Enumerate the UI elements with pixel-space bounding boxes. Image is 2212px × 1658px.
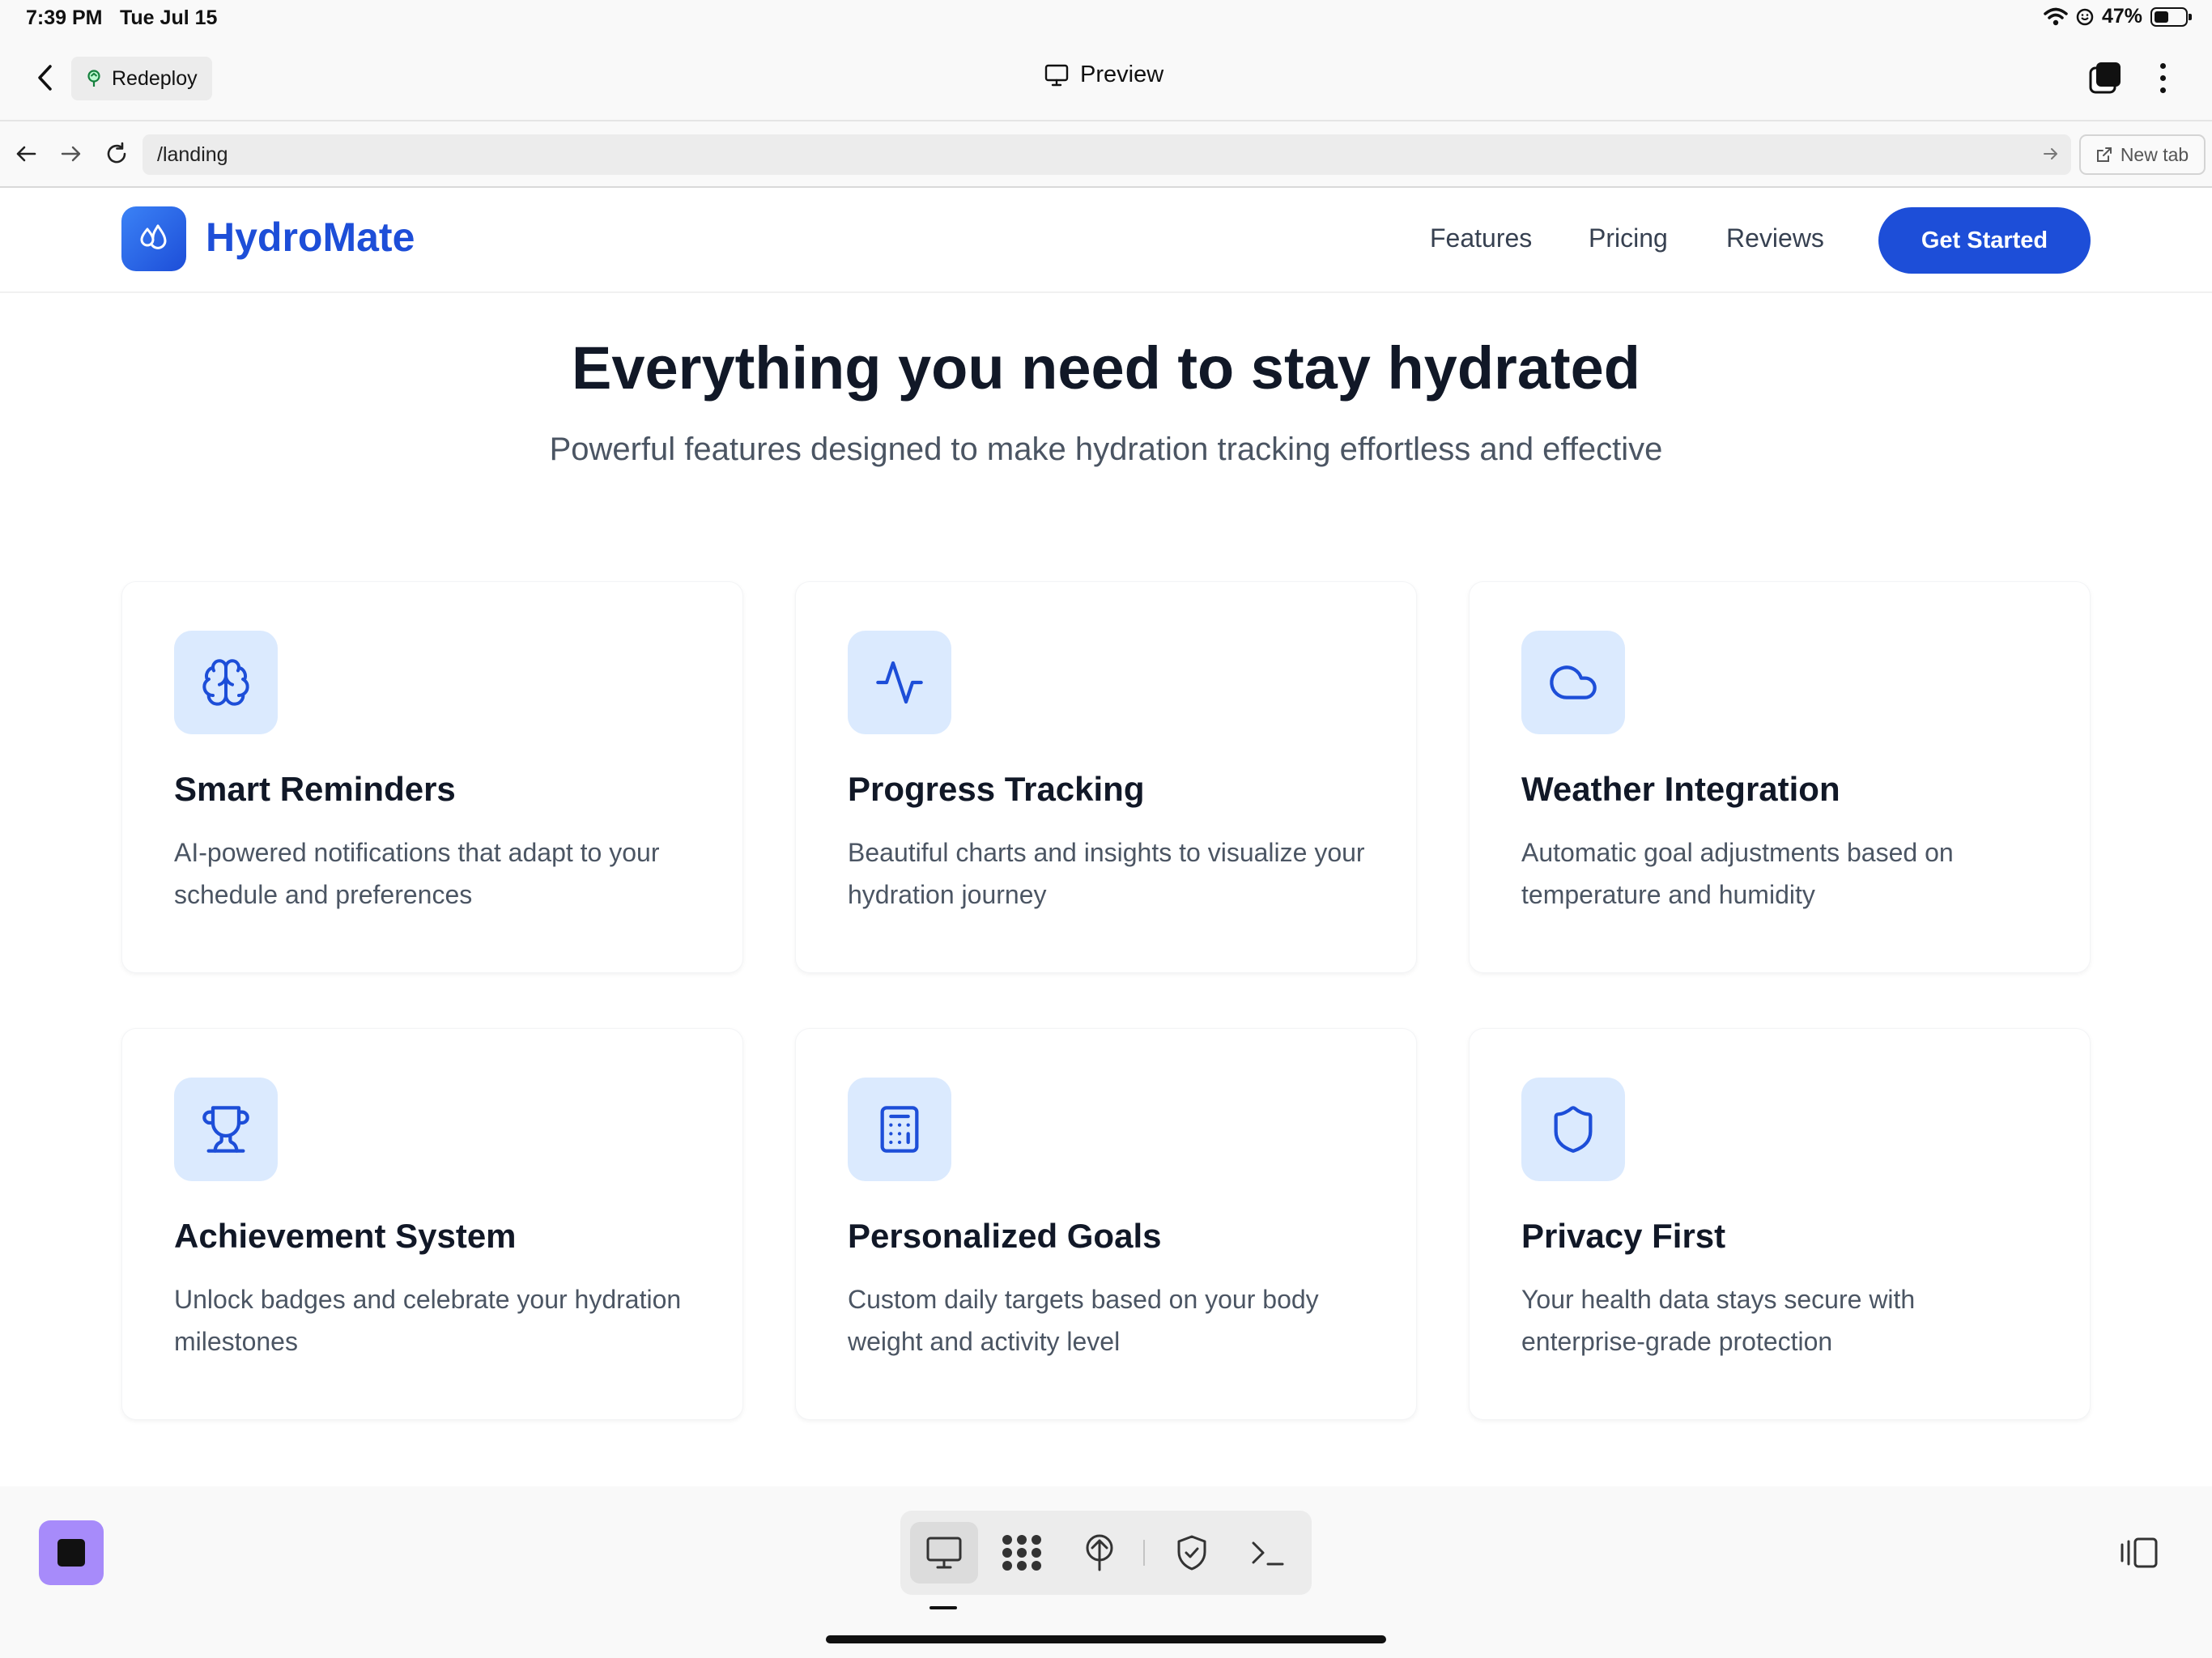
feature-card-smart-reminders: Smart Reminders AI-powered notifications… <box>121 581 743 973</box>
droplets-icon <box>140 224 167 249</box>
battery-icon <box>2150 6 2192 27</box>
battery-level <box>2155 11 2168 23</box>
feature-description: Beautiful charts and insights to visuali… <box>848 838 1365 909</box>
activity-icon <box>876 661 923 704</box>
preview-label: Preview <box>1080 62 1164 87</box>
back-button[interactable] <box>29 60 62 96</box>
brand-logo[interactable] <box>121 206 186 271</box>
home-indicator <box>826 1635 1386 1643</box>
terminal-icon <box>1252 1541 1284 1566</box>
toggle-panel-button[interactable] <box>2120 1537 2160 1569</box>
browser-toolbar: /landing New tab <box>0 121 2212 188</box>
nav-link-features[interactable]: Features <box>1430 223 1532 253</box>
calculator-icon <box>880 1106 919 1153</box>
new-tab-button[interactable]: New tab <box>2079 134 2206 175</box>
chevron-left-icon <box>38 65 52 91</box>
nav-back-button[interactable] <box>11 139 40 168</box>
arrow-right-icon <box>61 146 81 162</box>
new-tab-label: New tab <box>2120 143 2189 165</box>
tabs-icon <box>2089 62 2121 94</box>
feature-title: Smart Reminders <box>174 770 456 808</box>
nav-link-reviews[interactable]: Reviews <box>1726 223 1824 253</box>
feature-title: Achievement System <box>174 1217 517 1255</box>
feature-description: Your health data stays secure with enter… <box>1521 1285 1916 1356</box>
active-tool-indicator <box>929 1606 957 1609</box>
cloud-icon <box>1550 665 1597 699</box>
feature-card-weather-integration: Weather Integration Automatic goal adjus… <box>1469 581 2091 973</box>
section-subtitle: Powerful features designed to make hydra… <box>549 432 1663 467</box>
feature-card-achievement-system: Achievement System Unlock badges and cel… <box>121 1028 743 1420</box>
shield-icon <box>1554 1106 1593 1153</box>
app-header: Redeploy Preview <box>0 37 2212 121</box>
go-arrow-icon[interactable] <box>2042 144 2060 164</box>
more-options-button[interactable] <box>2150 60 2175 96</box>
trophy-icon <box>202 1106 249 1153</box>
feature-icon-badge <box>848 1078 951 1181</box>
stop-button[interactable] <box>39 1520 104 1585</box>
status-time: 7:39 PM <box>26 6 103 29</box>
more-dot <box>2159 87 2166 93</box>
redeploy-label: Redeploy <box>112 66 198 90</box>
bottom-toolbar <box>0 1486 2212 1658</box>
feature-icon-badge <box>1521 631 1625 734</box>
tool-terminal-button[interactable] <box>1234 1522 1302 1584</box>
feature-description: Unlock badges and celebrate your hydrati… <box>174 1285 682 1356</box>
feature-description: Automatic goal adjustments based on temp… <box>1521 838 1954 909</box>
status-date: Tue Jul 15 <box>120 6 218 29</box>
status-bar: 7:39 PM Tue Jul 15 47% <box>0 0 2212 37</box>
reload-icon <box>107 142 126 164</box>
brain-icon <box>202 659 249 706</box>
site-navbar: HydroMate Features Pricing Reviews Get S… <box>0 188 2212 293</box>
feature-title: Privacy First <box>1521 1217 1726 1255</box>
preview-title: Preview <box>1044 62 1163 88</box>
focus-mode-icon <box>2076 8 2094 25</box>
tool-switcher <box>900 1511 1312 1595</box>
wifi-icon <box>2044 7 2068 25</box>
more-dot <box>2159 62 2166 69</box>
deploy-icon <box>1086 1534 1113 1571</box>
feature-card-personalized-goals: Personalized Goals Custom daily targets … <box>795 1028 1417 1420</box>
brand-name[interactable]: HydroMate <box>206 214 415 261</box>
apps-grid-icon <box>1002 1535 1041 1571</box>
nav-link-pricing[interactable]: Pricing <box>1589 223 1668 253</box>
more-dot <box>2159 74 2166 81</box>
toolbar-divider <box>1143 1540 1145 1566</box>
feature-description: Custom daily targets based on your body … <box>848 1285 1319 1356</box>
feature-icon-badge <box>848 631 951 734</box>
tool-apps-button[interactable] <box>988 1522 1056 1584</box>
section-title: Everything you need to stay hydrated <box>572 334 1640 402</box>
tool-security-button[interactable] <box>1158 1522 1226 1584</box>
nav-forward-button[interactable] <box>57 139 86 168</box>
external-link-icon <box>2096 147 2112 162</box>
status-right: 47% <box>2044 5 2192 28</box>
reload-button[interactable] <box>102 139 131 168</box>
feature-title: Weather Integration <box>1521 770 1840 808</box>
get-started-button[interactable]: Get Started <box>1878 207 2091 274</box>
feature-icon-badge <box>1521 1078 1625 1181</box>
feature-title: Progress Tracking <box>848 770 1145 808</box>
stop-icon <box>57 1539 85 1567</box>
arrow-left-icon <box>16 146 36 162</box>
feature-title: Personalized Goals <box>848 1217 1162 1255</box>
url-input[interactable]: /landing <box>143 134 2071 175</box>
tabs-button[interactable] <box>2087 60 2123 96</box>
sidebar-toggle-icon <box>2121 1537 2158 1568</box>
feature-icon-badge <box>174 631 278 734</box>
monitor-icon <box>1044 64 1069 86</box>
redeploy-icon <box>87 70 100 87</box>
feature-card-privacy-first: Privacy First Your health data stays sec… <box>1469 1028 2091 1420</box>
shield-check-icon <box>1177 1535 1206 1571</box>
redeploy-button[interactable]: Redeploy <box>71 57 212 100</box>
feature-description: AI-powered notifications that adapt to y… <box>174 838 660 909</box>
feature-card-progress-tracking: Progress Tracking Beautiful charts and i… <box>795 581 1417 973</box>
feature-icon-badge <box>174 1078 278 1181</box>
url-text: /landing <box>157 142 228 166</box>
tool-deploy-button[interactable] <box>1066 1522 1134 1584</box>
tool-preview-button[interactable] <box>910 1522 978 1584</box>
battery-percent: 47% <box>2101 5 2142 28</box>
monitor-icon <box>926 1537 962 1569</box>
